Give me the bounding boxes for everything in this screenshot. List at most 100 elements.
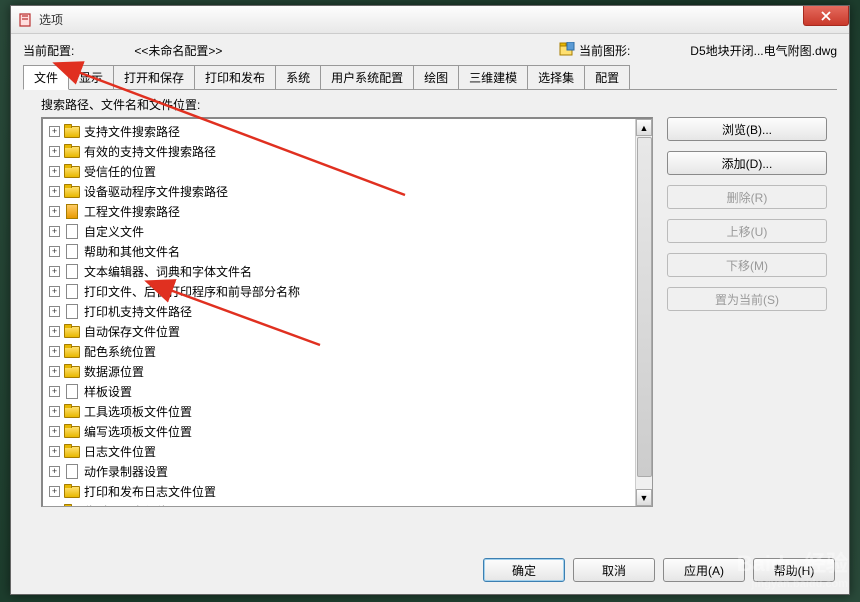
expand-icon[interactable]: + (49, 466, 60, 477)
current-drawing-label: 当前图形: (579, 42, 630, 59)
watermark-url: jingyan.baidu.com (737, 578, 848, 590)
tree-item[interactable]: +打印机支持文件路径 (43, 301, 652, 321)
expand-icon[interactable]: + (49, 246, 60, 257)
tree-item[interactable]: +动作录制器设置 (43, 461, 652, 481)
watermark-brand: Baidu 经验 (737, 551, 848, 576)
tree-label: 支持文件搜索路径 (84, 123, 180, 140)
expand-icon[interactable]: + (49, 486, 60, 497)
folder-icon (64, 444, 80, 458)
cancel-button[interactable]: 取消 (573, 558, 655, 582)
scroll-up-arrow[interactable]: ▲ (636, 119, 652, 136)
content: 当前配置: <<未命名配置>> 当前图形: D5地块开闭...电气附图.dwg … (11, 34, 849, 515)
tab-1[interactable]: 显示 (68, 65, 114, 89)
tree-item[interactable]: + 日志文件位置 (43, 441, 652, 461)
expand-icon[interactable]: + (49, 326, 60, 337)
tree-item[interactable]: + 编写选项板文件位置 (43, 421, 652, 441)
folder-icon (64, 484, 80, 498)
folder-icon (64, 204, 80, 218)
folder-icon (64, 184, 80, 198)
tree-label: 数据源位置 (84, 363, 144, 380)
close-button[interactable] (803, 6, 849, 26)
expand-icon[interactable]: + (49, 286, 60, 297)
add-button[interactable]: 添加(D)... (667, 151, 827, 175)
main-panel: +支持文件搜索路径+有效的支持文件搜索路径+受信任的位置+设备驱动程序文件搜索路… (23, 117, 837, 507)
side-buttons: 浏览(B)... 添加(D)... 删除(R) 上移(U) 下移(M) 置为当前… (667, 117, 827, 507)
expand-icon[interactable]: + (49, 406, 60, 417)
tab-4[interactable]: 系统 (275, 65, 321, 89)
tree-item[interactable]: + 受信任的位置 (43, 161, 652, 181)
tree-label: 日志文件位置 (84, 443, 156, 460)
tab-0[interactable]: 文件 (23, 65, 69, 90)
tree-label: 受信任的位置 (84, 163, 156, 180)
tree-item[interactable]: +帮助和其他文件名 (43, 241, 652, 261)
tree-item[interactable]: +临时图形文件位置 (43, 501, 652, 507)
tab-2[interactable]: 打开和保存 (113, 65, 195, 89)
tree-item[interactable]: + 打印文件、后台打印程序和前导部分名称 (43, 281, 652, 301)
folder-icon (64, 344, 80, 358)
tree-label: 打印文件、后台打印程序和前导部分名称 (84, 283, 300, 300)
expand-icon[interactable]: + (49, 186, 60, 197)
tree-item[interactable]: +工具选项板文件位置 (43, 401, 652, 421)
tree-item[interactable]: + 配色系统位置 (43, 341, 652, 361)
expand-icon[interactable]: + (49, 226, 60, 237)
tree-item[interactable]: +工程文件搜索路径 (43, 201, 652, 221)
tree-item[interactable]: +样板设置 (43, 381, 652, 401)
tab-6[interactable]: 绘图 (413, 65, 459, 89)
file-icon (64, 284, 80, 298)
expand-icon[interactable]: + (49, 146, 60, 157)
section-label: 搜索路径、文件名和文件位置: (41, 96, 837, 113)
tree-item[interactable]: + 支持文件搜索路径 (43, 121, 652, 141)
browse-button[interactable]: 浏览(B)... (667, 117, 827, 141)
scrollbar-vertical[interactable]: ▲ ▼ (635, 119, 652, 506)
tree-view[interactable]: +支持文件搜索路径+有效的支持文件搜索路径+受信任的位置+设备驱动程序文件搜索路… (41, 117, 653, 507)
expand-icon[interactable]: + (49, 126, 60, 137)
tab-7[interactable]: 三维建模 (458, 65, 528, 89)
file-icon (64, 464, 80, 478)
scroll-thumb[interactable] (637, 137, 652, 477)
tab-5[interactable]: 用户系统配置 (320, 65, 414, 89)
expand-icon[interactable]: + (49, 386, 60, 397)
folder-icon (64, 364, 80, 378)
folder-icon (64, 504, 80, 507)
scroll-down-arrow[interactable]: ▼ (636, 489, 652, 506)
tree-item[interactable]: +设备驱动程序文件搜索路径 (43, 181, 652, 201)
tree-item[interactable]: + 打印和发布日志文件位置 (43, 481, 652, 501)
window-title: 选项 (39, 11, 63, 28)
movedown-button[interactable]: 下移(M) (667, 253, 827, 277)
tree-label: 编写选项板文件位置 (84, 423, 192, 440)
file-icon (64, 224, 80, 238)
expand-icon[interactable]: + (49, 266, 60, 277)
moveup-button[interactable]: 上移(U) (667, 219, 827, 243)
remove-button[interactable]: 删除(R) (667, 185, 827, 209)
tree-item[interactable]: +文本编辑器、词典和字体文件名 (43, 261, 652, 281)
tab-3[interactable]: 打印和发布 (194, 65, 276, 89)
tree-item[interactable]: +自动保存文件位置 (43, 321, 652, 341)
file-icon (64, 384, 80, 398)
apply-button[interactable]: 应用(A) (663, 558, 745, 582)
expand-icon[interactable]: + (49, 446, 60, 457)
tree-label: 配色系统位置 (84, 343, 156, 360)
folder-icon (64, 404, 80, 418)
folder-icon (64, 424, 80, 438)
expand-icon[interactable]: + (49, 506, 60, 508)
expand-icon[interactable]: + (49, 306, 60, 317)
expand-icon[interactable]: + (49, 366, 60, 377)
watermark: Baidu 经验 jingyan.baidu.com (737, 546, 848, 590)
tree-item[interactable]: +有效的支持文件搜索路径 (43, 141, 652, 161)
tree-item[interactable]: +自定义文件 (43, 221, 652, 241)
expand-icon[interactable]: + (49, 346, 60, 357)
expand-icon[interactable]: + (49, 206, 60, 217)
tabs: 文件显示打开和保存打印和发布系统用户系统配置绘图三维建模选择集配置 (23, 65, 837, 90)
config-row: 当前配置: <<未命名配置>> 当前图形: D5地块开闭...电气附图.dwg (23, 42, 837, 59)
tab-9[interactable]: 配置 (584, 65, 630, 89)
options-dialog: 选项 当前配置: <<未命名配置>> 当前图形: D5地块开闭...电气附图.d… (10, 5, 850, 595)
expand-icon[interactable]: + (49, 426, 60, 437)
ok-button[interactable]: 确定 (483, 558, 565, 582)
setcurrent-button[interactable]: 置为当前(S) (667, 287, 827, 311)
tree-label: 打印和发布日志文件位置 (84, 483, 216, 500)
tab-8[interactable]: 选择集 (527, 65, 585, 89)
expand-icon[interactable]: + (49, 166, 60, 177)
tree-item[interactable]: + 数据源位置 (43, 361, 652, 381)
drawing-icon (559, 42, 575, 59)
file-icon (64, 264, 80, 278)
